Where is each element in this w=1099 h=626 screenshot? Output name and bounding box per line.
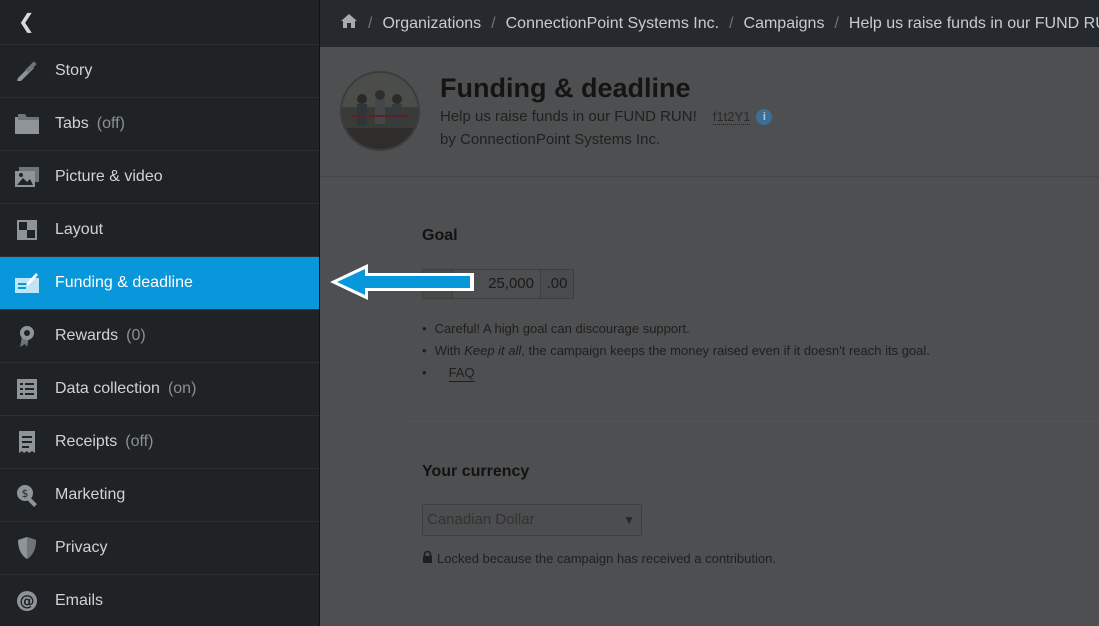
breadcrumb-separator: /: [834, 14, 839, 32]
breadcrumb-separator: /: [368, 14, 373, 32]
search-dollar-icon: $: [14, 482, 40, 508]
sidebar-item-privacy[interactable]: Privacy: [0, 522, 319, 575]
home-icon[interactable]: [340, 13, 358, 34]
faq-link[interactable]: FAQ: [448, 365, 475, 382]
main-content: Funding & deadline Help us raise funds i…: [320, 47, 1099, 626]
campaign-avatar: [340, 71, 420, 151]
currency-select[interactable]: Canadian Dollar ▼: [422, 504, 642, 536]
lock-icon: [422, 550, 433, 566]
ribbon-icon: [14, 323, 40, 349]
page-title: Funding & deadline: [440, 73, 691, 103]
receipt-icon: [14, 429, 40, 455]
campaign-name[interactable]: Help us raise funds in our FUND RUN!: [440, 108, 697, 125]
sidebar-item-tabs[interactable]: Tabs (off): [0, 98, 319, 151]
sidebar-item-rewards[interactable]: Rewards (0): [0, 310, 319, 363]
sidebar-item-marketing[interactable]: $ Marketing: [0, 469, 319, 522]
breadcrumb-campaign[interactable]: Help us raise funds in our FUND RUN!: [849, 15, 1099, 33]
chevron-down-icon: ▼: [623, 513, 635, 527]
goal-title: Goal: [422, 227, 458, 244]
page-header: Funding & deadline Help us raise funds i…: [320, 47, 1099, 177]
breadcrumb: / Organizations / ConnectionPoint System…: [320, 0, 1099, 47]
layout-icon: [14, 217, 40, 243]
sidebar-item-funding-deadline[interactable]: Funding & deadline: [0, 257, 319, 310]
currency-locked-note: Locked because the campaign has received…: [422, 550, 776, 566]
goal-decimals: .00: [541, 270, 573, 298]
breadcrumb-organization[interactable]: ConnectionPoint Systems Inc.: [506, 15, 719, 33]
sidebar-item-receipts[interactable]: Receipts (off): [0, 416, 319, 469]
svg-text:$: $: [22, 487, 29, 500]
sidebar-item-layout[interactable]: Layout: [0, 204, 319, 257]
pointer-arrow-icon: [330, 264, 474, 300]
funding-icon: [14, 270, 40, 296]
campaign-subtitle: Help us raise funds in our FUND RUN! f1t…: [440, 108, 773, 125]
list-icon: [14, 376, 40, 402]
goal-note-keep-it-all: With Keep it all, the campaign keeps the…: [422, 340, 930, 362]
shield-icon: [14, 535, 40, 561]
svg-text:@: @: [20, 592, 35, 610]
sidebar-item-emails[interactable]: @ Emails: [0, 575, 319, 626]
sidebar-item-data-collection[interactable]: Data collection (on): [0, 363, 319, 416]
goal-note-warning: Careful! A high goal can discourage supp…: [422, 318, 930, 340]
currency-section: Your currency Canadian Dollar ▼ Locked b…: [406, 447, 1099, 587]
campaign-byline: by ConnectionPoint Systems Inc.: [440, 131, 661, 148]
goal-notes: Careful! A high goal can discourage supp…: [422, 318, 930, 384]
sidebar-item-picture-video[interactable]: Picture & video: [0, 151, 319, 204]
breadcrumb-separator: /: [491, 14, 496, 32]
campaign-code: f1t2Y1: [712, 108, 751, 125]
pencil-ruler-icon: [14, 58, 40, 84]
at-icon: @: [14, 588, 40, 614]
images-icon: [14, 164, 40, 190]
chevron-left-icon[interactable]: ❮: [18, 12, 35, 32]
folder-icon: [14, 111, 40, 137]
sidebar: ❮ Story Tabs (off) Picture & video Layou…: [0, 0, 320, 626]
faq-row: FAQ: [422, 362, 930, 384]
sidebar-back[interactable]: ❮: [0, 0, 319, 45]
sidebar-item-story[interactable]: Story: [0, 45, 319, 98]
breadcrumb-campaigns[interactable]: Campaigns: [744, 15, 825, 33]
info-icon[interactable]: i: [756, 108, 773, 125]
goal-section: Goal 25,000 .00 Careful! A high goal can…: [406, 177, 1099, 422]
breadcrumb-organizations[interactable]: Organizations: [382, 15, 481, 33]
breadcrumb-separator: /: [729, 14, 734, 32]
currency-title: Your currency: [422, 463, 530, 480]
